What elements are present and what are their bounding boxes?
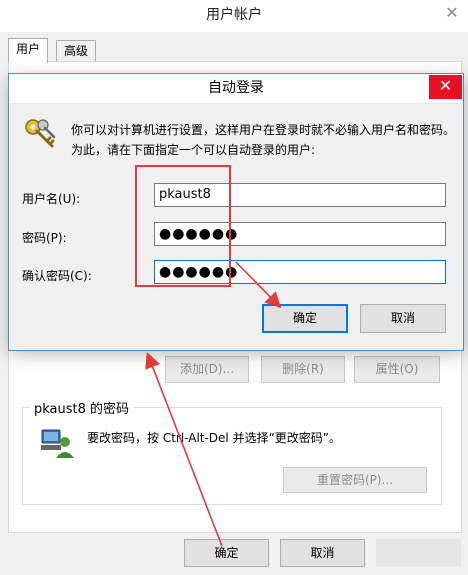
- tab-users[interactable]: 用户: [8, 38, 49, 63]
- arrow-to-dialog-bottom: [145, 352, 223, 547]
- arrow-to-dialog-ok: [235, 261, 282, 309]
- annotation-arrows: [145, 261, 282, 547]
